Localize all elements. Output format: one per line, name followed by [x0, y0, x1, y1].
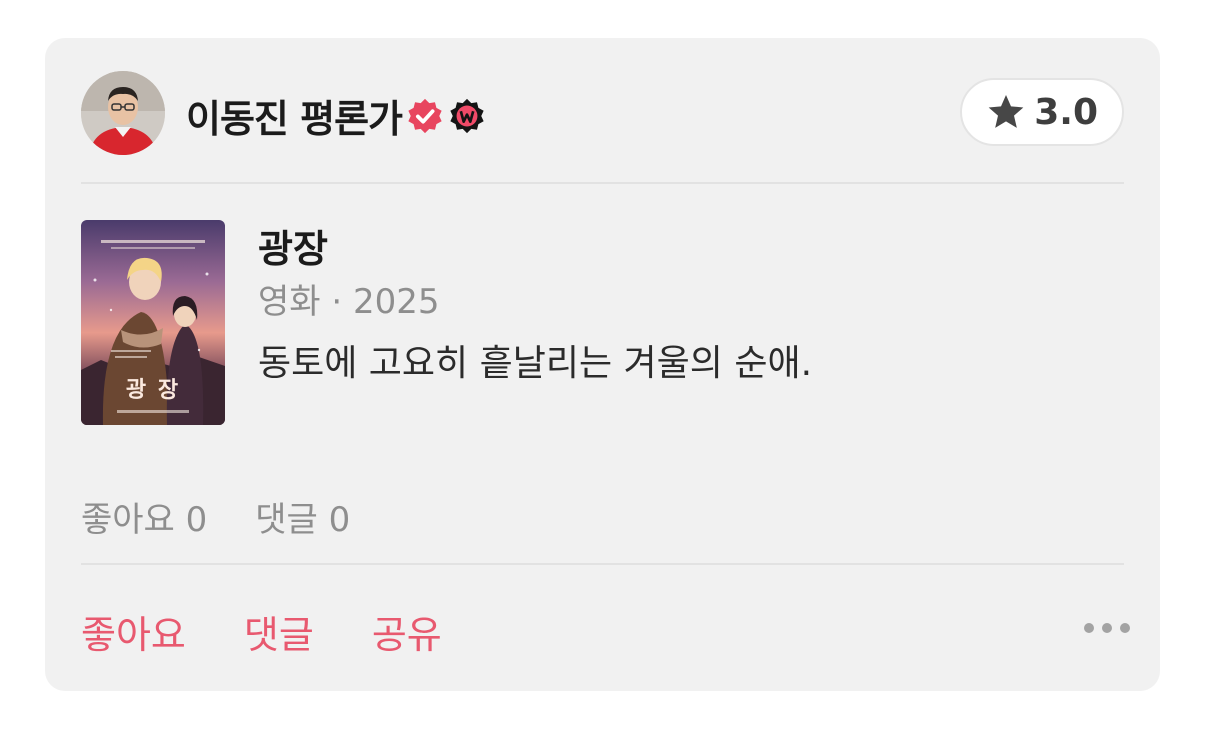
comments-count[interactable]: 댓글 0: [255, 492, 350, 541]
author-name[interactable]: 이동진 평론가: [186, 88, 403, 143]
actions-divider: [81, 563, 1124, 565]
like-button[interactable]: 좋아요: [81, 604, 186, 659]
action-bar: 좋아요 댓글 공유: [81, 604, 442, 659]
more-dot: [1084, 623, 1094, 633]
author-name-row[interactable]: 이동진 평론가: [186, 88, 486, 143]
movie-poster[interactable]: 광 장: [81, 220, 225, 425]
review-card: 이동진 평론가 3.0 광 장 광장 영화 · 2025 동토에 고요히 흩날리…: [45, 38, 1160, 691]
review-text[interactable]: 동토에 고요히 흩날리는 겨울의 순애.: [258, 334, 812, 386]
content-meta: 영화 · 2025: [258, 282, 440, 322]
likes-count[interactable]: 좋아요 0: [81, 492, 207, 541]
comment-button[interactable]: 댓글: [244, 604, 314, 659]
star-icon: [988, 95, 1024, 128]
review-stats: 좋아요 0 댓글 0: [81, 492, 350, 541]
more-icon[interactable]: [1084, 616, 1130, 640]
author-avatar[interactable]: [81, 71, 165, 155]
more-dot: [1102, 623, 1112, 633]
avatar-photo-icon: [81, 71, 165, 155]
verified-badge-icon: [408, 98, 442, 133]
share-button[interactable]: 공유: [372, 604, 442, 659]
rating-value: 3.0: [1034, 91, 1098, 133]
poster-title: 광 장: [125, 378, 181, 403]
header-divider: [81, 182, 1124, 184]
content-title[interactable]: 광장: [258, 218, 328, 273]
rating-badge: 3.0: [960, 78, 1124, 146]
more-dot: [1120, 623, 1130, 633]
watcha-w-badge-icon: [450, 98, 484, 133]
